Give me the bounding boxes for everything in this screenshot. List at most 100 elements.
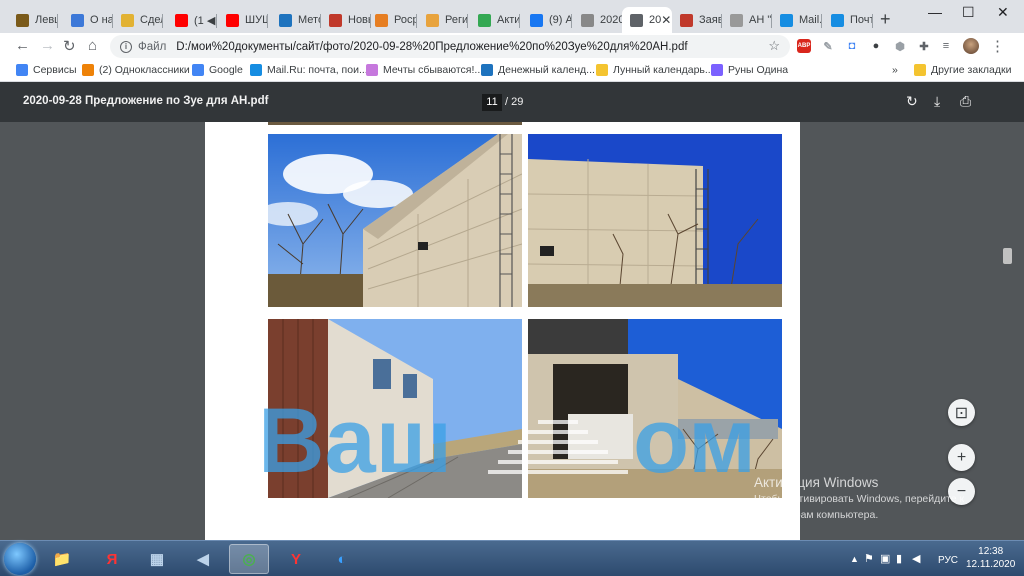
bookmark-item[interactable]: Лунный календарь... bbox=[596, 64, 714, 76]
tray-arrow-icon[interactable]: ▲ bbox=[850, 554, 859, 564]
tab-label: Левш bbox=[35, 14, 58, 26]
photo-wall-ladder bbox=[528, 134, 782, 307]
bookmarks-more-button[interactable]: » bbox=[892, 64, 898, 76]
bookmark-star-icon[interactable]: ☆ bbox=[768, 38, 780, 54]
tab-14[interactable]: АН " bbox=[722, 7, 772, 33]
mail-at-icon bbox=[780, 13, 793, 27]
scrollbar-thumb[interactable] bbox=[1003, 248, 1012, 264]
tab-2[interactable]: Сдел bbox=[113, 7, 163, 33]
extension-icon-0[interactable]: ABP bbox=[797, 39, 811, 53]
bookmark-item[interactable]: Мечты сбываются!... bbox=[366, 64, 483, 76]
fit-page-button[interactable]: ⊡ bbox=[948, 399, 975, 426]
tab-11[interactable]: 2020 bbox=[573, 7, 623, 33]
home-button[interactable]: ⌂ bbox=[88, 37, 97, 54]
back-button[interactable]: ← bbox=[15, 37, 30, 54]
forward-button[interactable]: → bbox=[40, 37, 55, 54]
tab-13[interactable]: Заяв bbox=[672, 7, 722, 33]
minimize-button[interactable]: — bbox=[928, 4, 942, 20]
envelope-icon bbox=[831, 13, 844, 27]
taskbar-calculator[interactable]: ▦ bbox=[137, 544, 177, 574]
new-tab-button[interactable]: + bbox=[880, 9, 891, 30]
taskbar-yandex[interactable]: Y bbox=[276, 544, 316, 574]
rosreestr-icon bbox=[375, 13, 388, 27]
close-window-button[interactable]: ✕ bbox=[997, 4, 1009, 21]
tab-separator bbox=[416, 14, 417, 28]
flag-icon[interactable]: ⚑ bbox=[864, 552, 874, 565]
page-number-input[interactable]: 11 bbox=[482, 94, 502, 111]
close-tab-icon[interactable]: ✕ bbox=[661, 13, 671, 27]
language-indicator[interactable]: РУС bbox=[938, 555, 958, 566]
book-icon bbox=[16, 13, 29, 27]
tab-label: Росре bbox=[394, 14, 417, 26]
speaker-icon[interactable]: ◀ bbox=[912, 552, 920, 565]
taskbar-skype-like[interactable]: ◐ bbox=[322, 544, 362, 574]
extension-icon-1[interactable]: ✎ bbox=[821, 39, 835, 53]
tab-separator bbox=[872, 14, 873, 28]
pdf-page bbox=[205, 122, 800, 540]
clock-time: 12:38 bbox=[978, 546, 1004, 557]
tab-4[interactable]: ШУШ bbox=[218, 7, 268, 33]
youtube-icon bbox=[226, 13, 239, 27]
tab-separator bbox=[571, 14, 572, 28]
bookmark-item[interactable]: Mail.Ru: почта, пои... bbox=[250, 64, 368, 76]
tab-12[interactable]: 20 ✕ bbox=[622, 7, 672, 33]
bookmark-item[interactable]: (2) Одноклассники bbox=[82, 64, 190, 76]
bookmark-item[interactable]: Денежный календ... bbox=[481, 64, 595, 76]
scrollbar[interactable] bbox=[998, 122, 1024, 540]
bookmark-label: Google bbox=[209, 64, 243, 76]
news-icon bbox=[329, 13, 342, 27]
taskbar: 📁 Я ▦ ◀ ◎ Y ◐ ▲ ⚑ ▣ ▮ ◀ РУС 12:38 12.11.2020 bbox=[0, 540, 1024, 576]
url-text[interactable]: D:/мои%20документы/сайт/фото/2020-09-28%… bbox=[176, 41, 687, 53]
bookmark-label: Мечты сбываются!... bbox=[383, 64, 484, 76]
start-button[interactable] bbox=[4, 543, 36, 575]
extension-icon-5[interactable]: ✚ bbox=[917, 39, 931, 53]
pdf-title: 2020-09-28 Предложение по Зуе для АН.pdf bbox=[23, 95, 269, 107]
tab-1[interactable]: О на bbox=[63, 7, 113, 33]
maximize-button[interactable]: ☐ bbox=[962, 4, 975, 21]
other-bookmarks-label: Другие закладки bbox=[931, 64, 1012, 76]
taskbar-yandex-browser[interactable]: Я bbox=[92, 544, 132, 574]
bookmark-item[interactable]: Руны Одина bbox=[711, 64, 788, 76]
tab-7[interactable]: Росре bbox=[367, 7, 417, 33]
rotate-icon[interactable]: ↻ bbox=[906, 93, 918, 110]
tab-8[interactable]: Реги bbox=[418, 7, 468, 33]
tab-0[interactable]: Левш bbox=[8, 7, 58, 33]
taskbar-explorer[interactable]: 📁 bbox=[42, 544, 82, 574]
network-icon[interactable]: ▣ bbox=[880, 552, 890, 565]
other-bookmarks-folder[interactable]: Другие закладки bbox=[914, 64, 1011, 76]
bookmark-item[interactable]: Сервисы bbox=[16, 64, 77, 76]
tab-3[interactable]: (1 ◀ bbox=[167, 7, 217, 33]
bookmark-item[interactable]: Google bbox=[192, 64, 243, 76]
download-icon[interactable]: ⤓ bbox=[934, 93, 940, 110]
tab-label: Mail. bbox=[799, 14, 822, 26]
tab-5[interactable]: Мето bbox=[271, 7, 321, 33]
tab-15[interactable]: Mail. bbox=[772, 7, 822, 33]
tab-label: АН " bbox=[749, 14, 772, 26]
facebook-icon bbox=[530, 13, 543, 27]
moon-icon bbox=[596, 64, 608, 76]
info-icon[interactable]: i bbox=[120, 40, 132, 53]
tab-10[interactable]: (9) А bbox=[522, 7, 572, 33]
extension-icon-4[interactable]: ⬢ bbox=[893, 39, 907, 53]
tab-16[interactable]: Почт bbox=[823, 7, 873, 33]
tab-strip: Левш О на Сдел (1 ◀ ШУШ МетоНовь Росре Реги Акти… bbox=[0, 0, 1024, 33]
tab-label: (9) А bbox=[549, 14, 572, 26]
reload-button[interactable]: ↻ bbox=[63, 37, 76, 55]
clock[interactable]: 12:38 12.11.2020 bbox=[966, 545, 1015, 571]
flag-icon bbox=[680, 13, 693, 27]
extension-icon-2[interactable]: ◘ bbox=[845, 39, 859, 53]
address-bar[interactable]: i Файл D:/мои%20документы/сайт/фото/2020… bbox=[110, 35, 790, 58]
zoom-in-button[interactable]: + bbox=[948, 444, 975, 471]
taskbar-volume-app[interactable]: ◀ bbox=[183, 544, 223, 574]
profile-avatar[interactable] bbox=[963, 38, 979, 54]
print-icon[interactable]: ⎙ bbox=[960, 93, 971, 110]
battery-icon[interactable]: ▮ bbox=[896, 552, 902, 565]
taskbar-chrome[interactable]: ◎ bbox=[229, 544, 269, 574]
menu-button[interactable]: ⋮ bbox=[990, 37, 1005, 55]
extension-icon-6[interactable]: ≡ bbox=[939, 39, 953, 53]
tab-6[interactable]: Новь bbox=[321, 7, 371, 33]
extension-icon-3[interactable]: ● bbox=[869, 39, 883, 53]
tab-9[interactable]: Акти bbox=[470, 7, 520, 33]
metro-icon bbox=[279, 13, 292, 27]
tab-label: (1 ◀ bbox=[194, 14, 216, 27]
